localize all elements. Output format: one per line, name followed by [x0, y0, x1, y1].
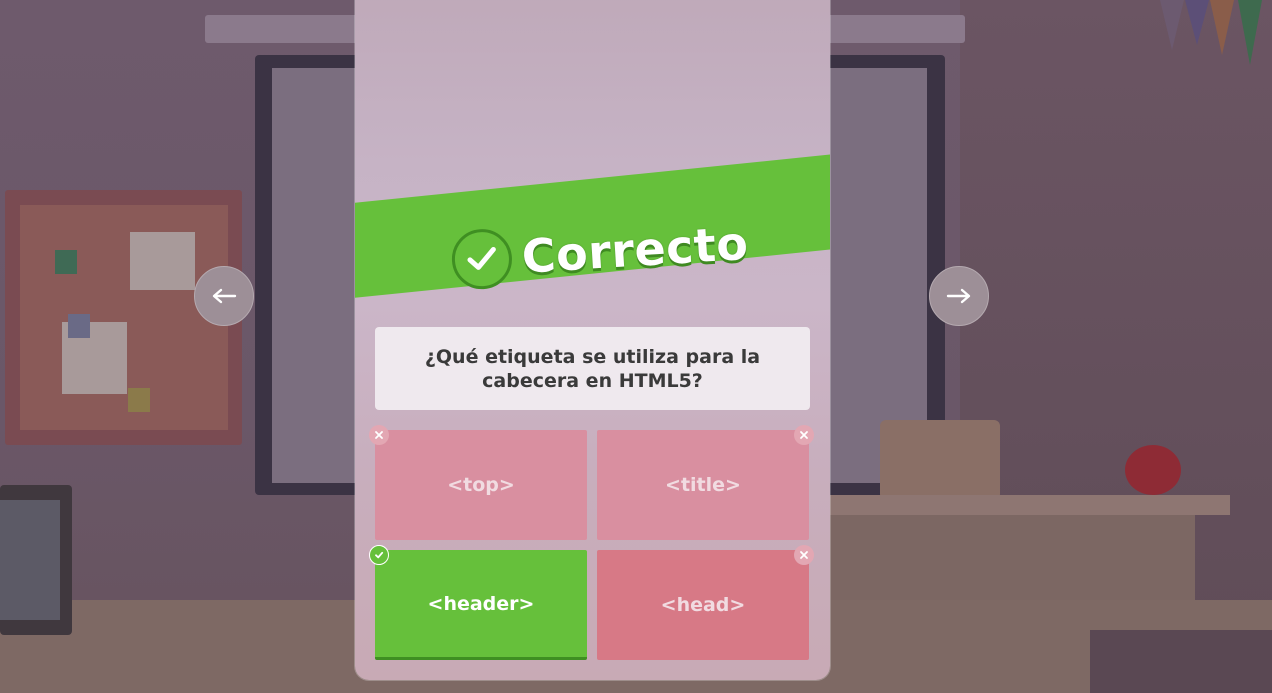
answer-option[interactable]: <title> [597, 430, 809, 540]
note [68, 314, 90, 338]
note [130, 232, 195, 290]
bookshelf [1090, 630, 1272, 693]
arrow-right-icon [946, 288, 971, 304]
apple [1125, 445, 1181, 495]
question-text: ¿Qué etiqueta se utiliza para la cabecer… [375, 327, 810, 410]
close-icon [369, 425, 389, 445]
result-label: Correcto [520, 215, 750, 284]
close-icon [794, 545, 814, 565]
next-button[interactable] [929, 266, 989, 326]
desk-top [800, 495, 1230, 515]
chair [880, 420, 1000, 500]
answer-option[interactable]: <head> [597, 550, 809, 660]
close-icon [794, 425, 814, 445]
check-icon [369, 545, 389, 565]
arrow-left-icon [212, 288, 237, 304]
corkboard [20, 205, 228, 430]
note [55, 250, 77, 274]
pennant [1185, 0, 1209, 45]
pennant [1210, 0, 1234, 55]
previous-button[interactable] [194, 266, 254, 326]
pennant [1238, 0, 1262, 65]
pennant [1160, 0, 1184, 50]
laptop-screen [0, 500, 60, 620]
answer-option-correct[interactable]: <header> [375, 550, 587, 660]
note [128, 388, 150, 412]
check-circle-icon [450, 227, 514, 291]
answer-option[interactable]: <top> [375, 430, 587, 540]
